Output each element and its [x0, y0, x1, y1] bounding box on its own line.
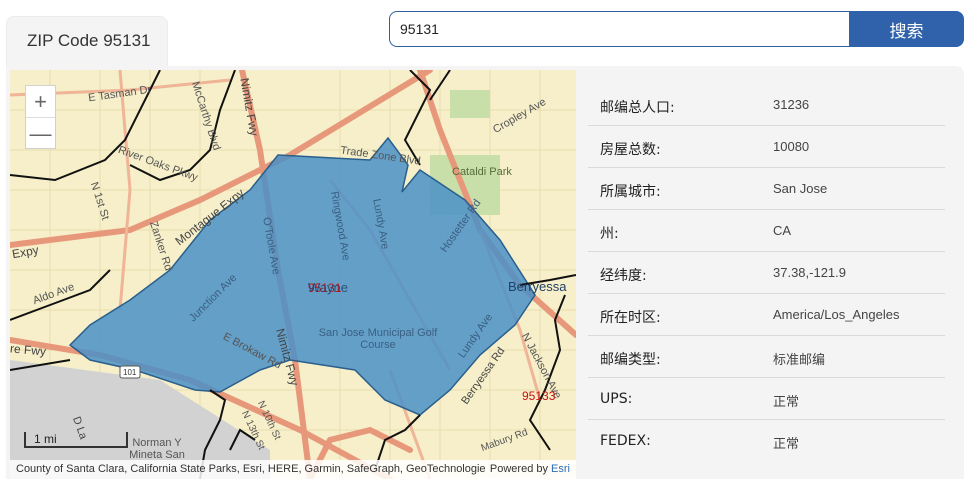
info-value: 正常 [773, 436, 800, 451]
map-label-wayne: Wayne [308, 280, 348, 295]
info-row-ups: UPS: 正常 [588, 378, 945, 420]
zoom-out-button[interactable]: — [26, 118, 55, 149]
map-label-route: 101 [123, 368, 137, 377]
search-button[interactable]: 搜索 [849, 11, 964, 47]
info-row-zip-type: 邮编类型: 标准邮编 [588, 336, 945, 378]
map-canvas[interactable] [10, 70, 576, 479]
info-label: 房屋总数: [600, 142, 661, 158]
zip-info-table: 邮编总人口: 31236 房屋总数: 10080 所属城市: San Jose … [588, 84, 945, 461]
info-value: 31236 [773, 97, 810, 112]
info-row-state: 州: CA [588, 210, 945, 252]
info-label: 所属城市: [600, 184, 661, 200]
tab-label: ZIP Code 95131 [27, 31, 151, 50]
info-value: 正常 [773, 394, 800, 409]
info-label: 邮编类型: [600, 352, 661, 368]
map-label-cataldi: Cataldi Park [452, 166, 512, 178]
map-attribution: County of Santa Clara, California State … [10, 460, 576, 479]
info-row-fedex: FEDEX: 正常 [588, 420, 945, 461]
info-label: 经纬度: [600, 268, 647, 284]
map-label-norman: Norman Y Mineta San [129, 437, 185, 461]
powered-by: Powered by Esri [490, 460, 570, 479]
info-label: UPS: [600, 391, 633, 407]
info-value: 标准邮编 [773, 352, 826, 367]
info-value: 10080 [773, 139, 810, 154]
map-neighbor-zip: 95133 [522, 389, 556, 403]
info-row-coordinates: 经纬度: 37.38,-121.9 [588, 252, 945, 294]
info-row-housing: 房屋总数: 10080 [588, 126, 945, 168]
info-label: 州: [600, 226, 619, 242]
info-value: San Jose [773, 181, 828, 196]
attribution-text: County of Santa Clara, California State … [16, 463, 486, 475]
info-value: 37.38,-121.9 [773, 265, 847, 280]
info-value: CA [773, 223, 792, 238]
map-label-fwy: re Fwy [10, 341, 47, 359]
search-bar: 搜索 [389, 11, 964, 47]
info-row-city: 所属城市: San Jose [588, 168, 945, 210]
zip-map[interactable]: E Tasman Dr McCarthy Blvd Nimitz Fwy Riv… [10, 70, 576, 479]
park-area [450, 90, 490, 118]
zoom-in-button[interactable]: + [26, 86, 55, 118]
info-value: America/Los_Angeles [773, 307, 900, 322]
info-label: 所在时区: [600, 310, 661, 326]
info-row-population: 邮编总人口: 31236 [588, 84, 945, 126]
zip-code-tab[interactable]: ZIP Code 95131 [6, 16, 168, 68]
info-label: 邮编总人口: [600, 100, 675, 116]
map-label-golf: San Jose Municipal Golf Course [318, 327, 438, 351]
map-label-berryessa: Berryessa [508, 279, 567, 294]
scale-bar: 1 mi [24, 432, 128, 448]
search-input[interactable] [389, 11, 851, 47]
info-label: FEDEX: [600, 433, 651, 449]
info-row-timezone: 所在时区: America/Los_Angeles [588, 294, 945, 336]
zoom-control: + — [25, 85, 56, 149]
powered-by-text: Powered by [489, 463, 548, 475]
esri-link[interactable]: Esri [551, 463, 570, 475]
